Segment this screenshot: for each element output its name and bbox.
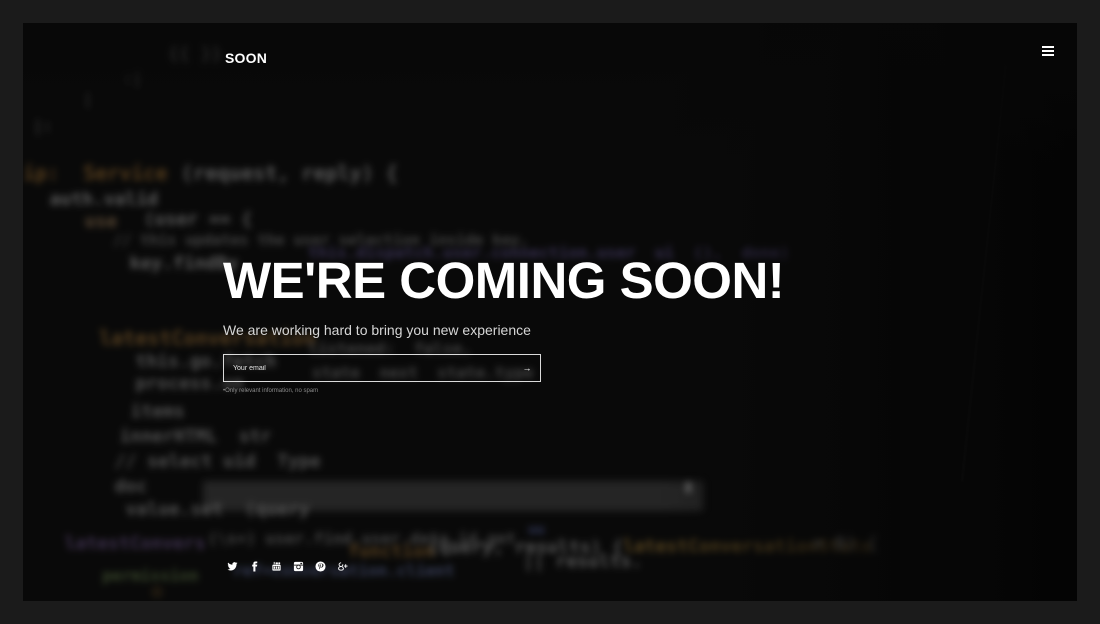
background-overlay bbox=[23, 23, 1077, 601]
pinterest-icon bbox=[315, 561, 326, 572]
site-logo[interactable]: SOON bbox=[225, 50, 267, 66]
twitter-icon bbox=[227, 562, 238, 571]
hero-subtitle: We are working hard to bring you new exp… bbox=[223, 322, 531, 338]
instagram-link[interactable] bbox=[293, 560, 315, 574]
youtube-link[interactable] bbox=[271, 560, 293, 574]
pinterest-link[interactable] bbox=[315, 560, 337, 574]
google-plus-icon bbox=[338, 562, 348, 571]
twitter-link[interactable] bbox=[227, 560, 249, 574]
subscribe-form: → bbox=[223, 354, 541, 382]
menu-icon-bar bbox=[1042, 50, 1054, 52]
instagram-icon bbox=[293, 561, 304, 572]
spam-note: •Only relevant information, no spam bbox=[223, 388, 319, 394]
google-plus-link[interactable] bbox=[337, 560, 359, 574]
email-input[interactable] bbox=[224, 355, 504, 381]
page-frame: {{ }} :| | |: ip: Service (request, repl… bbox=[23, 23, 1077, 601]
menu-button[interactable] bbox=[1041, 44, 1055, 58]
menu-icon-bar bbox=[1042, 46, 1054, 48]
menu-icon-bar bbox=[1042, 54, 1054, 56]
facebook-link[interactable] bbox=[249, 560, 271, 574]
youtube-icon bbox=[272, 561, 281, 571]
social-links bbox=[227, 560, 359, 574]
facebook-icon bbox=[252, 561, 258, 572]
submit-button[interactable]: → bbox=[514, 355, 540, 381]
hero-title: WE'RE COMING SOON! bbox=[223, 252, 785, 309]
